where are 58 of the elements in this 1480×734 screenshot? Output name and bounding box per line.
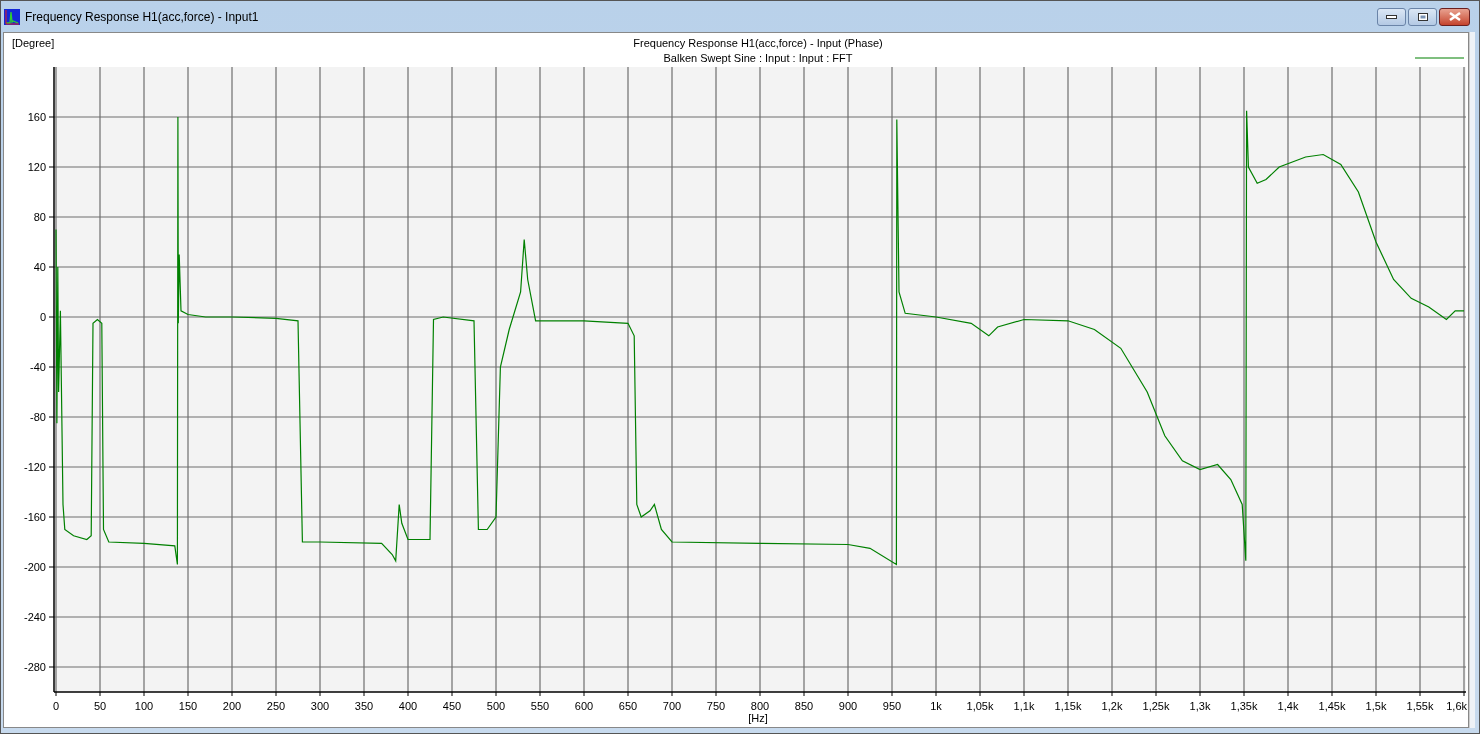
x-tick-label: 850 <box>794 700 814 712</box>
close-button[interactable] <box>1439 7 1470 26</box>
x-tick-label: 1,3k <box>1189 700 1211 712</box>
x-tick-label: 700 <box>662 700 682 712</box>
x-tick-label: 900 <box>838 700 858 712</box>
x-tick-label: 1,5k <box>1365 700 1387 712</box>
x-tick-label: 1,2k <box>1101 700 1123 712</box>
x-tick-label: 550 <box>530 700 550 712</box>
maximize-button[interactable] <box>1408 7 1437 26</box>
x-tick-label: 650 <box>618 700 638 712</box>
x-tick-label: 350 <box>354 700 374 712</box>
restore-icon <box>1417 12 1428 21</box>
x-tick-label: 1,05k <box>966 700 994 712</box>
x-tick-label: 1,15k <box>1054 700 1082 712</box>
x-tick-label: 450 <box>442 700 462 712</box>
x-tick-label: 400 <box>398 700 418 712</box>
x-tick-label: 1,55k <box>1406 700 1434 712</box>
x-tick-label: 200 <box>222 700 242 712</box>
spectrum-icon <box>4 8 20 25</box>
x-tick-label: 1k <box>930 700 942 712</box>
x-tick-label: 100 <box>134 700 154 712</box>
x-tick-label: 1,25k <box>1142 700 1170 712</box>
x-tick-label: 800 <box>750 700 770 712</box>
x-tick-label: 1,45k <box>1318 700 1346 712</box>
x-tick-label: 600 <box>574 700 594 712</box>
y-tick-label: 160 <box>27 111 46 123</box>
x-tick-label: 1,6k <box>1446 700 1467 712</box>
x-tick-label: 500 <box>486 700 506 712</box>
y-tick-label: -200 <box>23 561 46 573</box>
y-tick-label: -240 <box>23 611 46 623</box>
close-icon <box>1448 12 1461 21</box>
x-tick-label: 1,35k <box>1230 700 1258 712</box>
minimize-button[interactable] <box>1377 7 1406 26</box>
window-title: Frequency Response H1(acc,force) - Input1 <box>25 8 259 26</box>
y-tick-label: -160 <box>23 511 46 523</box>
x-tick-label: 1,4k <box>1277 700 1299 712</box>
x-tick-label: 950 <box>882 700 902 712</box>
y-axis-label: [Degree] <box>12 37 55 49</box>
x-tick-label: 250 <box>266 700 286 712</box>
x-tick-label: 50 <box>93 700 107 712</box>
minimize-icon <box>1386 14 1397 19</box>
y-tick-label: -80 <box>30 411 46 423</box>
x-tick-label: 300 <box>310 700 330 712</box>
legend-line <box>1414 57 1465 59</box>
x-tick-label: 1,1k <box>1013 700 1035 712</box>
x-tick-label: 0 <box>52 700 60 712</box>
x-tick-label: 750 <box>706 700 726 712</box>
y-tick-label: 120 <box>27 161 46 173</box>
chart-subtitle: Balken Swept Sine : Input : Input : FFT <box>663 52 853 64</box>
y-tick-label: 0 <box>39 311 46 323</box>
y-tick-label: -280 <box>23 661 46 673</box>
y-tick-label: 40 <box>33 261 46 273</box>
y-tick-label: 80 <box>33 211 46 223</box>
chart-title: Frequency Response H1(acc,force) - Input (Phase) <box>633 37 883 49</box>
x-tick-label: 150 <box>178 700 198 712</box>
x-axis-label: [Hz] <box>748 712 768 724</box>
y-tick-label: -120 <box>23 461 46 473</box>
y-tick-label: -40 <box>30 361 46 373</box>
